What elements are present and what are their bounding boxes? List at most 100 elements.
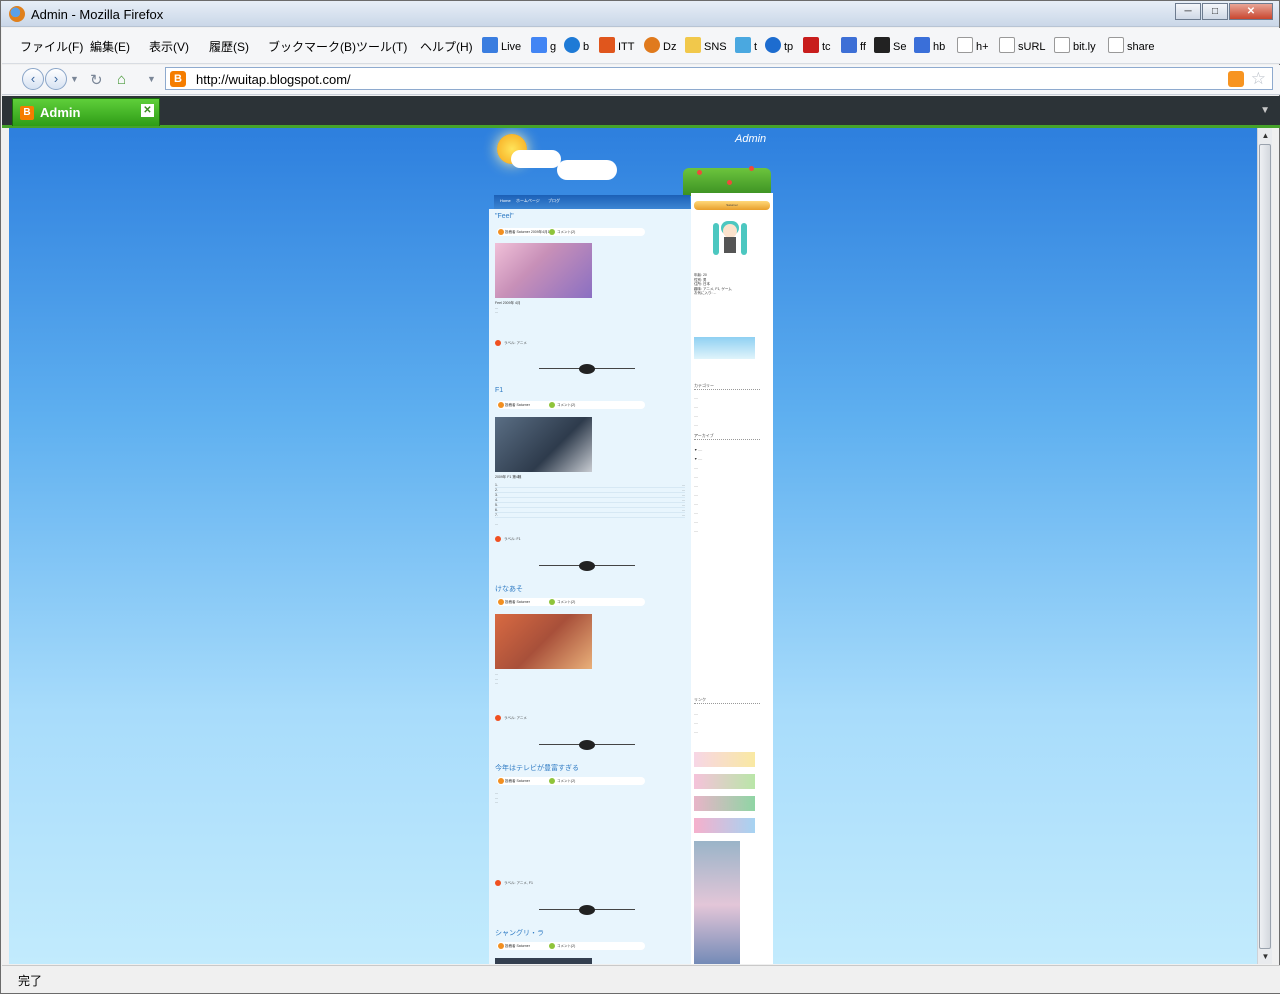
post-title[interactable]: 今年はテレビが豊富すぎる [495, 763, 579, 773]
list-item[interactable]: ▼ .... [694, 448, 772, 453]
list-item[interactable]: .... [694, 721, 772, 726]
side-badge[interactable] [694, 337, 755, 359]
list-item[interactable]: .... [694, 730, 772, 735]
list-item[interactable]: .... [694, 529, 772, 534]
ornament-icon [579, 364, 595, 374]
history-dropdown-icon[interactable]: ▼ [70, 74, 79, 84]
url-input[interactable]: http://wuitap.blogspot.com/ [196, 72, 351, 87]
side-banner-2[interactable] [694, 774, 755, 789]
title-bar[interactable]: Admin - Mozilla Firefox ─ □ ✕ [1, 1, 1279, 27]
post-image[interactable] [495, 958, 592, 964]
bookmark-share[interactable]: share [1108, 37, 1155, 53]
bookmark-hplus[interactable]: h+ [957, 37, 989, 53]
back-button[interactable]: ‹ [22, 68, 44, 90]
bookmark-tc[interactable]: tc [803, 37, 831, 53]
bookmark-bitly[interactable]: bit.ly [1054, 37, 1096, 53]
list-item[interactable]: .... [694, 414, 772, 419]
post-labels: ラベル: アニメ, F1 [495, 880, 533, 886]
se-icon [874, 37, 890, 53]
bookmark-hb[interactable]: hb [914, 37, 945, 53]
bookmark-ff[interactable]: ff [841, 37, 866, 53]
close-button[interactable]: ✕ [1229, 3, 1273, 20]
side-banner-4[interactable] [694, 818, 755, 833]
list-item[interactable]: .... [694, 493, 772, 498]
blog-sidebar: Saturner 年齢: 20 性別: 男 住所: 日本 趣味: アニメ, F1… [691, 193, 773, 964]
bookmark-sns[interactable]: SNS [685, 37, 727, 53]
menu-bookmarks[interactable]: ブックマーク(B) [268, 38, 356, 55]
reload-icon[interactable]: ↻ [90, 71, 103, 89]
menu-file[interactable]: ファイル(F) [20, 38, 83, 55]
list-item[interactable]: .... [694, 396, 772, 401]
profile-avatar[interactable] [707, 217, 753, 263]
post-divider [539, 904, 635, 916]
scroll-up-icon[interactable]: ▲ [1258, 128, 1273, 143]
bookmark-g[interactable]: g [531, 37, 556, 53]
list-item[interactable]: .... [694, 484, 772, 489]
side-banner-1[interactable] [694, 752, 755, 767]
list-item[interactable]: .... [694, 511, 772, 516]
comment-icon [549, 599, 555, 605]
post-title[interactable]: F1 [495, 387, 503, 394]
menu-bar: ファイル(F) 編集(E) 表示(V) 履歴(S) ブックマーク(B) ツール(… [2, 28, 1280, 64]
maximize-button[interactable]: □ [1202, 3, 1228, 20]
side-banner-3[interactable] [694, 796, 755, 811]
list-item[interactable]: .... [694, 475, 772, 480]
menu-view[interactable]: 表示(V) [149, 38, 189, 55]
post-image[interactable] [495, 417, 592, 472]
post-meta: 投稿者 Saturner コメント(2) [497, 401, 645, 409]
menu-tools[interactable]: ツール(T) [356, 38, 407, 55]
menu-history[interactable]: 履歴(S) [209, 38, 249, 55]
profile-banner[interactable]: Saturner [694, 201, 770, 210]
tab-admin[interactable]: B Admin ✕ [12, 98, 160, 126]
nav-home[interactable]: Home [500, 198, 511, 203]
bookmark-se[interactable]: Se [874, 37, 906, 53]
rss-icon[interactable] [1228, 71, 1244, 87]
url-bar[interactable]: B http://wuitap.blogspot.com/ ☆ [165, 67, 1273, 90]
nav-blog[interactable]: ブログ [548, 198, 560, 204]
hatena-icon [914, 37, 930, 53]
dz-icon [644, 37, 660, 53]
post-title[interactable]: "Feel" [495, 213, 514, 220]
list-item[interactable]: .... [694, 405, 772, 410]
dropdown-icon[interactable]: ▼ [147, 74, 156, 84]
menu-help[interactable]: ヘルプ(H) [420, 38, 473, 55]
post-body: ... ... ... [495, 791, 498, 804]
post-meta: 投稿者 Saturner コメント(2) [497, 598, 645, 606]
minimize-button[interactable]: ─ [1175, 3, 1201, 20]
bookmark-star-icon[interactable]: ☆ [1251, 69, 1266, 89]
bookmark-itt[interactable]: ITT [599, 37, 635, 53]
bookmark-dz[interactable]: Dz [644, 37, 676, 53]
list-item[interactable]: .... [694, 466, 772, 471]
menu-edit[interactable]: 編集(E) [90, 38, 130, 55]
tab-list-icon[interactable]: ▼ [1260, 105, 1270, 116]
list-item[interactable]: .... [694, 423, 772, 428]
list-item[interactable]: .... [694, 520, 772, 525]
post-title[interactable]: シャングリ・ラ [495, 928, 544, 938]
bookmark-live[interactable]: Live [482, 37, 521, 53]
blog-nav: Home ホームページ ブログ [494, 195, 690, 209]
bookmark-b[interactable]: b [564, 37, 589, 53]
scroll-down-icon[interactable]: ▼ [1258, 949, 1273, 964]
bookmark-t[interactable]: t [735, 37, 757, 53]
post-title[interactable]: けなあそ [495, 584, 523, 594]
tab-close-icon[interactable]: ✕ [141, 104, 154, 117]
blog-title[interactable]: Admin [735, 133, 766, 145]
bookmark-tp[interactable]: tp [765, 37, 793, 53]
ornament-icon [579, 561, 595, 571]
list-item[interactable]: .... [694, 712, 772, 717]
post-image[interactable] [495, 614, 592, 669]
side-banner-5[interactable] [694, 841, 740, 964]
post-image[interactable] [495, 243, 592, 298]
list-item[interactable]: .... [694, 502, 772, 507]
vertical-scrollbar[interactable]: ▲ ▼ [1257, 128, 1272, 964]
google-icon [531, 37, 547, 53]
blog-page: Admin Home ホームページ ブログ "Feel" 投稿者 Saturne… [487, 128, 777, 964]
nav-homepage[interactable]: ホームページ [516, 198, 540, 204]
list-item[interactable]: ▼ .... [694, 457, 772, 462]
bookmark-surl[interactable]: sURL [999, 37, 1046, 53]
forward-button[interactable]: › [45, 68, 67, 90]
home-icon[interactable]: ⌂ [117, 71, 126, 88]
author-icon [498, 778, 504, 784]
scroll-thumb[interactable] [1259, 144, 1271, 949]
comment-icon [549, 943, 555, 949]
